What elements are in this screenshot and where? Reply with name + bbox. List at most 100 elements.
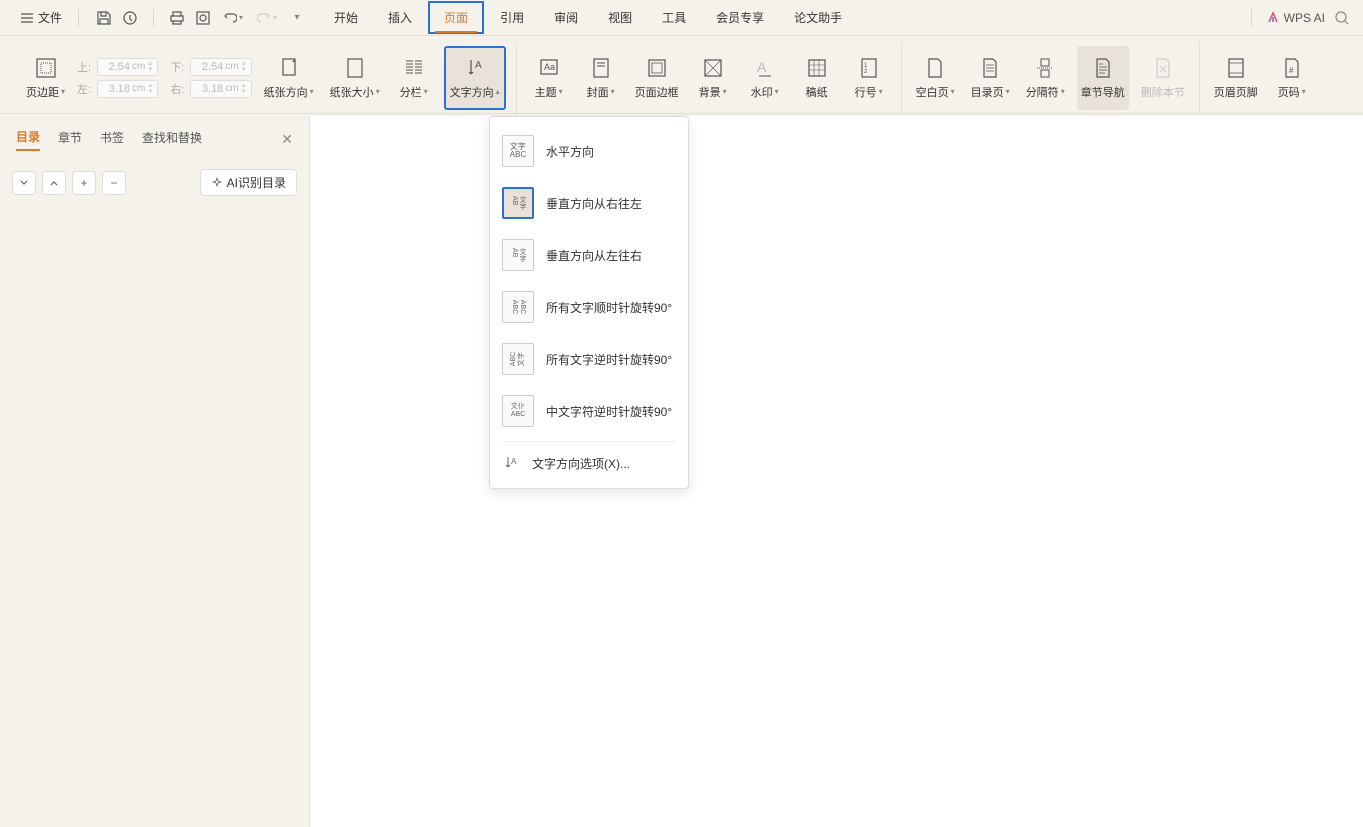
blank-page-button[interactable]: 空白页▾ — [912, 46, 959, 110]
top-menu-bar: 文件 ▾ ▾ ▾ 开始 插入 页面 引用 审阅 视图 工具 会员专享 论文助手 … — [0, 0, 1363, 36]
header-footer-button[interactable]: 页眉页脚 — [1210, 46, 1262, 110]
expand-down-button[interactable] — [12, 171, 36, 195]
file-menu-button[interactable]: 文件 — [12, 5, 70, 30]
page-border-label: 页面边框 — [635, 84, 679, 100]
svg-text:A: A — [475, 60, 482, 71]
dropdown-item-vertical-rtl[interactable]: 文字AB 垂直方向从右往左 — [490, 177, 688, 229]
tab-vip[interactable]: 会员专享 — [702, 3, 778, 32]
sidebar-toolbar: + − AI识别目录 — [0, 157, 309, 208]
sidebar-tab-toc[interactable]: 目录 — [16, 128, 40, 151]
undo-icon[interactable]: ▾ — [220, 9, 246, 27]
tab-tools[interactable]: 工具 — [648, 3, 700, 32]
document-area[interactable] — [310, 116, 1363, 827]
sidebar-tab-find-replace[interactable]: 查找和替换 — [142, 129, 202, 150]
blank-page-icon — [923, 56, 947, 80]
collapse-up-button[interactable] — [42, 171, 66, 195]
dropdown-item-vertical-ltr[interactable]: AB文字 垂直方向从左往右 — [490, 229, 688, 281]
theme-button[interactable]: Aa 主题▾ — [527, 46, 571, 110]
margin-bottom-field[interactable]: 下: 2.54cm▲▼ — [170, 58, 251, 76]
wps-ai-button[interactable]: WPS AI — [1266, 11, 1325, 25]
columns-icon — [402, 56, 426, 80]
search-icon[interactable] — [1333, 9, 1351, 27]
manuscript-label: 稿纸 — [806, 84, 828, 100]
paper-size-button[interactable]: 纸张大小▾ — [326, 46, 384, 110]
tab-view[interactable]: 视图 — [594, 3, 646, 32]
tab-insert[interactable]: 插入 — [374, 3, 426, 32]
divider — [78, 9, 79, 27]
cover-label: 封面 — [587, 84, 609, 100]
dropdown-item-horizontal[interactable]: 文字ABC 水平方向 — [490, 125, 688, 177]
tab-reference[interactable]: 引用 — [486, 3, 538, 32]
ai-toc-button[interactable]: AI识别目录 — [200, 169, 297, 196]
text-direction-options-icon: A — [502, 454, 520, 472]
ribbon-group-margins: 页边距▾ 上: 2.54cm▲▼ 下: 2.54cm▲▼ 左: 3.18cm▲▼… — [12, 42, 517, 113]
chapter-nav-label: 章节导航 — [1081, 84, 1125, 100]
save-icon[interactable] — [95, 9, 113, 27]
dropdown-item-label: 垂直方向从左往右 — [546, 247, 642, 264]
qat-more-icon[interactable]: ▾ — [288, 9, 306, 27]
divider — [1251, 9, 1252, 27]
separator-label: 分隔符 — [1026, 84, 1059, 100]
paper-orientation-button[interactable]: 纸张方向▾ — [260, 46, 318, 110]
manuscript-icon — [805, 56, 829, 80]
dropdown-item-options[interactable]: A 文字方向选项(X)... — [490, 446, 688, 480]
background-label: 背景 — [699, 84, 721, 100]
watermark-label: 水印 — [751, 84, 773, 100]
ribbon-group-pages: 空白页▾ 目录页▾ 分隔符▾ 章节导航 删除本节 — [902, 42, 1200, 113]
dropdown-options-label: 文字方向选项(X)... — [532, 455, 630, 472]
add-button[interactable]: + — [72, 171, 96, 195]
dropdown-item-rotate-ccw[interactable]: ABC文字 所有文字逆时针旋转90° — [490, 333, 688, 385]
page-border-button[interactable]: 页面边框 — [631, 46, 683, 110]
page-margin-label: 页边距 — [26, 84, 59, 100]
dropdown-item-rotate-cw[interactable]: ABCABC 所有文字顺时针旋转90° — [490, 281, 688, 333]
sidebar-close-button[interactable]: ✕ — [281, 131, 293, 148]
wps-ai-label: WPS AI — [1284, 11, 1325, 25]
columns-button[interactable]: 分栏▾ — [392, 46, 436, 110]
margin-top-field[interactable]: 上: 2.54cm▲▼ — [77, 58, 158, 76]
dropdown-item-label: 水平方向 — [546, 143, 594, 160]
chapter-nav-button[interactable]: 章节导航 — [1077, 46, 1129, 110]
print-preview-icon[interactable] — [194, 9, 212, 27]
manuscript-button[interactable]: 稿纸 — [795, 46, 839, 110]
toc-page-label: 目录页 — [971, 84, 1004, 100]
blank-page-label: 空白页 — [916, 84, 949, 100]
horizontal-direction-icon: 文字ABC — [502, 135, 534, 167]
page-margin-button[interactable]: 页边距▾ — [22, 46, 69, 110]
sidebar-tab-bookmark[interactable]: 书签 — [100, 129, 124, 150]
dropdown-item-cjk-ccw[interactable]: 文仆ABC 中文字符逆时针旋转90° — [490, 385, 688, 437]
print-icon[interactable] — [168, 9, 186, 27]
background-icon — [701, 56, 725, 80]
page-number-button[interactable]: # 页码▾ — [1270, 46, 1314, 110]
sidebar-panel: 目录 章节 书签 查找和替换 ✕ + − AI识别目录 — [0, 116, 310, 827]
cover-button[interactable]: 封面▾ — [579, 46, 623, 110]
toc-page-button[interactable]: 目录页▾ — [967, 46, 1014, 110]
sidebar-tabs: 目录 章节 书签 查找和替换 ✕ — [0, 116, 309, 157]
margin-right-field[interactable]: 右: 3.18cm▲▼ — [170, 80, 251, 98]
tab-start[interactable]: 开始 — [320, 3, 372, 32]
margin-left-field[interactable]: 左: 3.18cm▲▼ — [77, 80, 158, 98]
export-icon[interactable] — [121, 9, 139, 27]
tab-page[interactable]: 页面 — [428, 1, 484, 34]
line-number-button[interactable]: 12 行号▾ — [847, 46, 891, 110]
paper-orientation-icon — [277, 56, 301, 80]
background-button[interactable]: 背景▾ — [691, 46, 735, 110]
line-number-label: 行号 — [855, 84, 877, 100]
text-direction-button[interactable]: A 文字方向▴ — [444, 46, 506, 110]
cover-icon — [589, 56, 613, 80]
svg-text:2: 2 — [864, 69, 868, 75]
sidebar-tab-chapter[interactable]: 章节 — [58, 129, 82, 150]
quick-access-toolbar: ▾ ▾ ▾ — [95, 9, 306, 27]
text-direction-dropdown: 文字ABC 水平方向 文字AB 垂直方向从右往左 AB文字 垂直方向从左往右 A… — [489, 116, 689, 489]
remove-button[interactable]: − — [102, 171, 126, 195]
separator-button[interactable]: 分隔符▾ — [1022, 46, 1069, 110]
page-number-label: 页码 — [1278, 84, 1300, 100]
tab-thesis[interactable]: 论文助手 — [780, 3, 856, 32]
redo-icon[interactable]: ▾ — [254, 9, 280, 27]
dropdown-separator — [502, 441, 676, 442]
dropdown-item-label: 所有文字逆时针旋转90° — [546, 351, 672, 368]
dropdown-item-label: 垂直方向从右往左 — [546, 195, 642, 212]
file-label: 文件 — [38, 9, 62, 26]
tab-review[interactable]: 审阅 — [540, 3, 592, 32]
separator-icon — [1033, 56, 1057, 80]
watermark-button[interactable]: A 水印▾ — [743, 46, 787, 110]
